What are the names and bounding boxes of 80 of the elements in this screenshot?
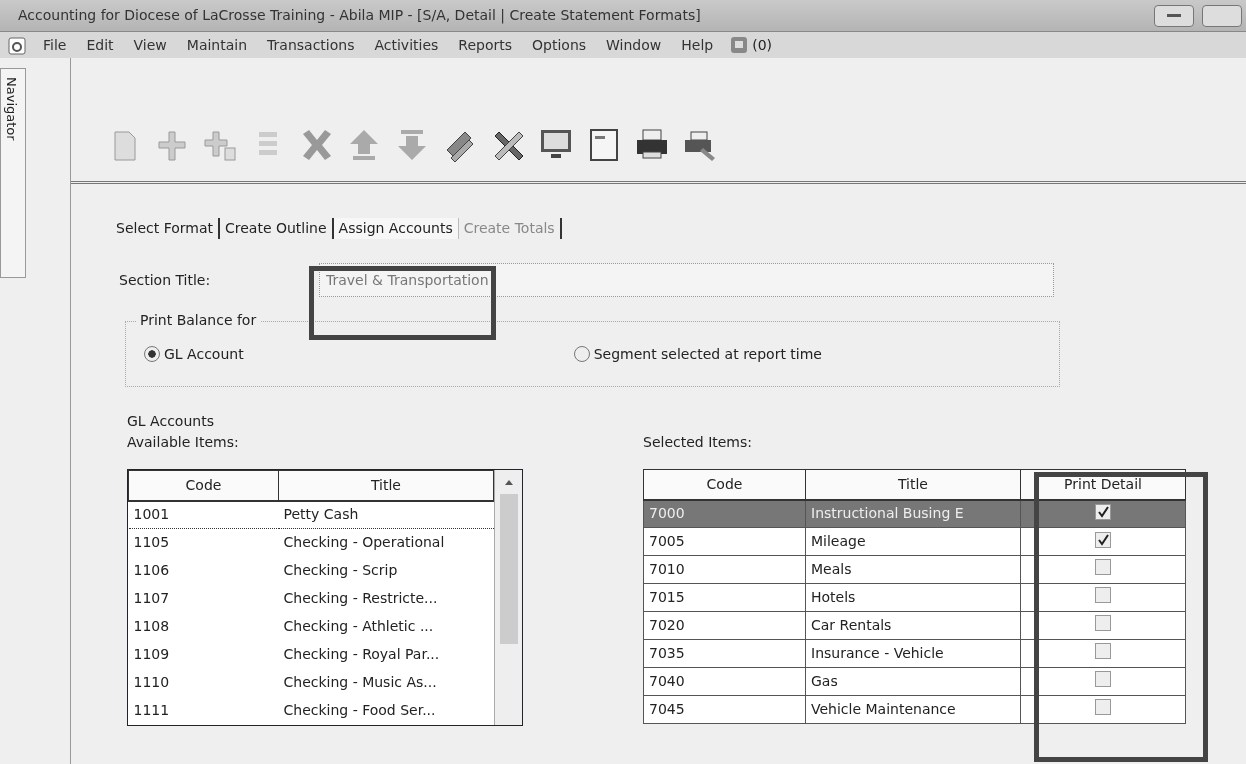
table-cell-text: Checking - Royal Par... <box>282 645 441 664</box>
table-cell-text: 1108 <box>132 617 171 636</box>
radio-option[interactable]: Segment selected at report time <box>573 343 822 365</box>
checkbox[interactable] <box>1095 642 1111 659</box>
maximize-button[interactable] <box>1202 4 1242 27</box>
table-cell: Petty Cash <box>278 500 494 529</box>
app-icon <box>8 34 26 56</box>
column-header[interactable]: Title <box>805 469 1021 500</box>
tab[interactable]: Select Format <box>111 218 220 239</box>
table-cell: Car Rentals <box>805 611 1021 640</box>
table-cell: Instructional Busing E <box>805 499 1021 528</box>
minimize-icon <box>1167 13 1181 18</box>
column-header[interactable]: Code <box>643 469 806 500</box>
menu-item[interactable]: Activities <box>371 34 442 56</box>
table-cell: Hotels <box>805 583 1021 612</box>
table-cell: 7045 <box>643 695 806 724</box>
plus-icon[interactable] <box>155 128 189 162</box>
table-cell: Vehicle Maintenance <box>805 695 1021 724</box>
menu-item[interactable]: Help <box>678 34 717 56</box>
menu-item[interactable]: Edit <box>83 34 117 56</box>
printer-icon[interactable] <box>683 128 717 162</box>
plus-icon[interactable] <box>203 128 237 162</box>
checkbox[interactable] <box>1095 504 1111 521</box>
menu-item[interactable]: Window <box>603 34 665 56</box>
table-cell: 7000 <box>643 499 806 528</box>
table-cell: 7010 <box>643 555 806 584</box>
up-arrow-icon[interactable] <box>503 478 514 486</box>
table-cell: 7020 <box>643 611 806 640</box>
table-cell-text: 1110 <box>132 673 171 692</box>
table-cell-text: Checking - Scrip <box>282 561 399 580</box>
table-cell-text: 1106 <box>132 561 171 580</box>
table-cell-text: Checking - Restricte... <box>282 589 439 608</box>
checkbox[interactable] <box>1095 532 1111 548</box>
printer-icon[interactable] <box>635 128 669 162</box>
table-cell: Gas <box>805 667 1021 696</box>
checkbox[interactable] <box>1095 586 1111 603</box>
menu-item[interactable]: Transactions <box>264 34 358 56</box>
table-cell-text: Checking - Music As... <box>282 673 438 692</box>
checkbox[interactable] <box>1095 614 1111 631</box>
table-cell-text: 1111 <box>132 701 171 720</box>
scrollbar[interactable] <box>494 470 522 725</box>
minimize-button[interactable] <box>1154 4 1194 27</box>
window-title: Accounting for Diocese of LaCrosse Training - Abila MIP - [S/A, Detail | Create Statement Formats] <box>17 6 702 26</box>
list-label: Selected Items: <box>643 433 754 452</box>
field-label: Section Title: <box>119 270 212 290</box>
tab[interactable]: Assign Accounts <box>333 218 459 239</box>
table-cell: 1105 <box>128 528 279 557</box>
navigator-tab[interactable]: Navigator <box>0 68 26 278</box>
document-icon[interactable] <box>587 128 621 162</box>
checkbox[interactable] <box>1095 558 1111 575</box>
table-cell: Meals <box>805 555 1021 584</box>
table-cell: 7035 <box>643 639 806 668</box>
radio-button[interactable] <box>573 346 590 362</box>
radio-option[interactable]: GL Account <box>144 343 244 365</box>
table-cell-text: 1109 <box>132 645 171 664</box>
table-cell: 7015 <box>643 583 806 612</box>
table-cell: Checking - Operational <box>278 528 494 557</box>
menu-item[interactable]: Options <box>529 34 590 56</box>
menu-item[interactable]: View <box>130 34 170 56</box>
section-title-field[interactable]: Travel & Transportation <box>319 263 1054 297</box>
menu-item[interactable]: File <box>40 34 70 56</box>
list-label: Available Items: <box>127 433 240 452</box>
checkbox[interactable] <box>1095 670 1111 687</box>
table-cell-text: Checking - Food Ser... <box>282 701 437 720</box>
table-cell-text: 1107 <box>132 589 171 608</box>
table-cell: 7005 <box>643 527 806 556</box>
checkbox[interactable] <box>1095 698 1111 715</box>
menu-item[interactable]: Maintain <box>183 34 251 56</box>
radio-button[interactable] <box>144 346 160 362</box>
notifications-button[interactable]: (0) <box>730 34 773 56</box>
column-header[interactable]: Code <box>128 470 279 501</box>
table-cell: 7040 <box>643 667 806 696</box>
table-cell: 1001 <box>128 500 279 529</box>
table-cell-text: Checking - Athletic ... <box>282 617 435 636</box>
table-cell: Insurance - Vehicle <box>805 639 1021 668</box>
group-label: GL Accounts <box>127 412 215 431</box>
table-cell: Mileage <box>805 527 1021 556</box>
column-header[interactable]: Title <box>278 470 494 501</box>
menu-item[interactable]: Reports <box>455 34 516 56</box>
notification-icon <box>730 36 749 54</box>
